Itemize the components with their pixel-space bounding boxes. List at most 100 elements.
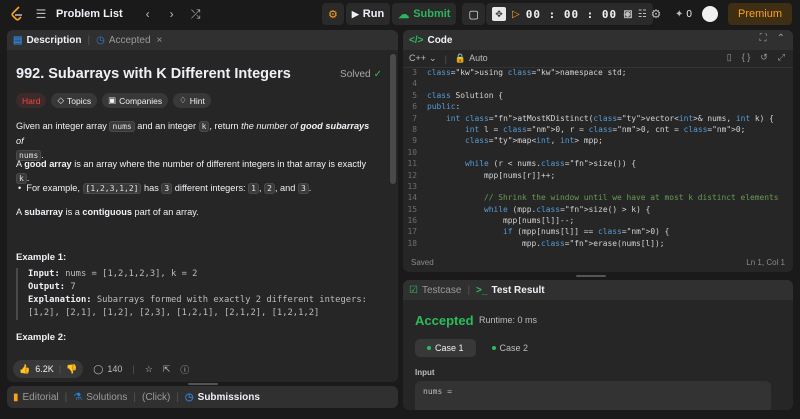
tab-description[interactable]: ▤ Description — [13, 35, 81, 46]
avatar[interactable] — [701, 6, 718, 22]
text: , and — [274, 183, 298, 193]
tab-click[interactable]: (Click) — [142, 392, 170, 403]
premium-button[interactable]: Premium — [727, 3, 792, 25]
case-tabs: Case 1 Case 2 — [415, 339, 540, 357]
submit-button[interactable]: ☁ Submit — [392, 3, 457, 25]
text-bold-italic: good subarrays — [300, 121, 370, 131]
description-panel: ▤ Description | ◷ Accepted × 992. Subarr… — [7, 30, 398, 382]
text: has — [141, 183, 162, 193]
shuffle-icon[interactable]: ⤮ — [187, 5, 205, 23]
tab-code[interactable]: </> Code — [409, 35, 452, 46]
share-icon[interactable]: ⇱ — [163, 364, 171, 375]
horizontal-resize-handle[interactable] — [576, 275, 606, 277]
help-icon[interactable]: ⓘ — [180, 363, 189, 376]
code-toolbar: C++ ⌄ | 🔒 Auto ▯ { } ↺ ⤢ — [403, 50, 793, 68]
comment-icon: ◯ — [93, 363, 104, 374]
thumbs-down-icon[interactable]: 👎 — [66, 364, 77, 375]
problem-title: 992. Subarrays with K Different Integers — [16, 66, 291, 82]
code-line[interactable]: 11 while (r < nums.class="fn">size()) { — [403, 159, 793, 170]
problem-list-link[interactable]: Problem List — [56, 8, 123, 20]
code-line[interactable]: 4 — [403, 79, 793, 90]
list-icon[interactable]: ☰ — [32, 5, 50, 23]
text: , return — [209, 121, 242, 131]
solved-status: Solved ✓ — [340, 69, 382, 80]
line-number: 15 — [407, 204, 417, 214]
run-controls: ⚙ ▶ Run ☁ Submit ▢ — [322, 3, 485, 25]
drag-icon[interactable]: ✥ — [492, 7, 506, 21]
code-line[interactable]: 13 — [403, 182, 793, 193]
code-editor[interactable]: 3 class="kw">using class="kw">namespace s… — [403, 68, 793, 250]
description-scrollbar[interactable] — [390, 54, 396, 184]
timer-play-icon[interactable]: ▷ — [512, 9, 520, 20]
line-number: 7 — [412, 113, 417, 123]
divider: | — [58, 364, 62, 374]
tab-test-result[interactable]: >_ Test Result — [476, 285, 545, 296]
vertical-resize-handle-left[interactable] — [188, 383, 218, 385]
code-line[interactable]: 12 mpp[nums[r]]++; — [403, 171, 793, 182]
history-icon: ◷ — [184, 391, 194, 403]
notes-button[interactable]: ▢ — [462, 3, 485, 25]
tab-description-label: Description — [26, 34, 82, 46]
code-line[interactable]: 10 — [403, 148, 793, 159]
reset-icon[interactable]: ↺ — [760, 52, 768, 63]
cursor-position: Ln 1, Col 1 — [746, 257, 785, 267]
lock-icon: 🔒 — [454, 53, 467, 63]
tab-submissions-label: Submissions — [197, 391, 260, 403]
run-button[interactable]: ▶ Run — [345, 3, 391, 25]
expand-icon[interactable]: ⤢ — [778, 52, 785, 63]
label: Explanation: — [28, 295, 92, 305]
saved-status: Saved — [411, 257, 434, 267]
layout-icon[interactable]: ⊞ — [619, 5, 637, 23]
tab-code-label: Code — [427, 34, 453, 46]
code-line[interactable]: 5 class Solution { — [403, 91, 793, 102]
collapse-icon[interactable]: ⌃ — [777, 33, 785, 44]
example-1-title: Example 1: — [16, 252, 67, 263]
line-number: 12 — [407, 170, 417, 180]
prev-problem-icon[interactable]: ‹ — [139, 5, 157, 23]
code-line[interactable]: 17 if (mpp[nums[l]] == class="nm">0) { — [403, 227, 793, 238]
tab-editorial[interactable]: ▮ Editorial — [13, 392, 59, 403]
code-line[interactable]: 6 public: — [403, 102, 793, 113]
hint-tag[interactable]: ♢ Hint — [173, 93, 211, 108]
companies-tag[interactable]: ▣ Companies — [102, 93, 169, 108]
mode-select[interactable]: 🔒 Auto — [455, 53, 488, 64]
line-content: mpp[nums[l]]--; — [427, 216, 575, 226]
text: . — [308, 183, 312, 193]
code-line[interactable]: 3 class="kw">using class="kw">namespace s… — [403, 68, 793, 79]
coins-indicator[interactable]: ✦ 0 — [675, 9, 692, 20]
book-icon: ▮ — [13, 391, 19, 403]
topics-tag[interactable]: ◇ Topics — [51, 93, 98, 108]
code-line[interactable]: 8 int l = class="nm">0, r = class="nm">0… — [403, 125, 793, 136]
text: A — [16, 207, 25, 217]
star-icon[interactable]: ☆ — [145, 364, 153, 375]
gear-icon[interactable]: ⚙ — [647, 5, 665, 23]
code-line[interactable]: 16 mpp[nums[l]]--; — [403, 216, 793, 227]
next-problem-icon[interactable]: › — [163, 5, 181, 23]
tab-accepted[interactable]: ◷ Accepted × — [96, 35, 162, 46]
debug-button[interactable]: ⚙ — [322, 3, 344, 25]
braces-icon[interactable]: { } — [742, 52, 751, 63]
comments-button[interactable]: ◯ 140 — [93, 364, 122, 375]
code-line[interactable]: 14 // Shrink the window until we have at… — [403, 193, 793, 204]
code-panel-controls: ⛶ ⌃ — [760, 33, 785, 44]
likes-count: 6.2K — [35, 364, 54, 374]
leetcode-logo-icon[interactable] — [8, 5, 26, 23]
value: [1,2], [2,1], [1,2], [2,3], [1,2,1], [2,… — [28, 308, 320, 318]
thumbs-up-icon[interactable]: 👍 — [19, 364, 30, 375]
code-line[interactable]: 7 int class="fn">atMostKDistinct(class="… — [403, 114, 793, 125]
code-line[interactable]: 18 mpp.class="fn">erase(nums[l]); — [403, 239, 793, 250]
language-select[interactable]: C++ ⌄ — [409, 53, 437, 64]
tab-solutions[interactable]: ⚗ Solutions — [73, 392, 127, 403]
case-tab-2[interactable]: Case 2 — [480, 339, 541, 357]
tab-testcase[interactable]: ☑ Testcase — [409, 285, 461, 296]
tab-submissions[interactable]: ◷ Submissions — [185, 392, 260, 403]
bookmark-icon[interactable]: ▯ — [727, 52, 732, 63]
mode-label: Auto — [469, 53, 488, 63]
maximize-icon[interactable]: ⛶ — [760, 33, 767, 44]
code-line[interactable]: 9 class="ty">map<int, int> mpp; — [403, 136, 793, 147]
close-icon[interactable]: × — [157, 35, 163, 46]
code-line[interactable]: 15 while (mpp.class="fn">size() > k) { — [403, 205, 793, 216]
case-tab-1[interactable]: Case 1 — [415, 339, 476, 357]
flask-icon: ⚗ — [73, 391, 83, 403]
test-tabbar: ☑ Testcase | >_ Test Result — [403, 280, 793, 300]
